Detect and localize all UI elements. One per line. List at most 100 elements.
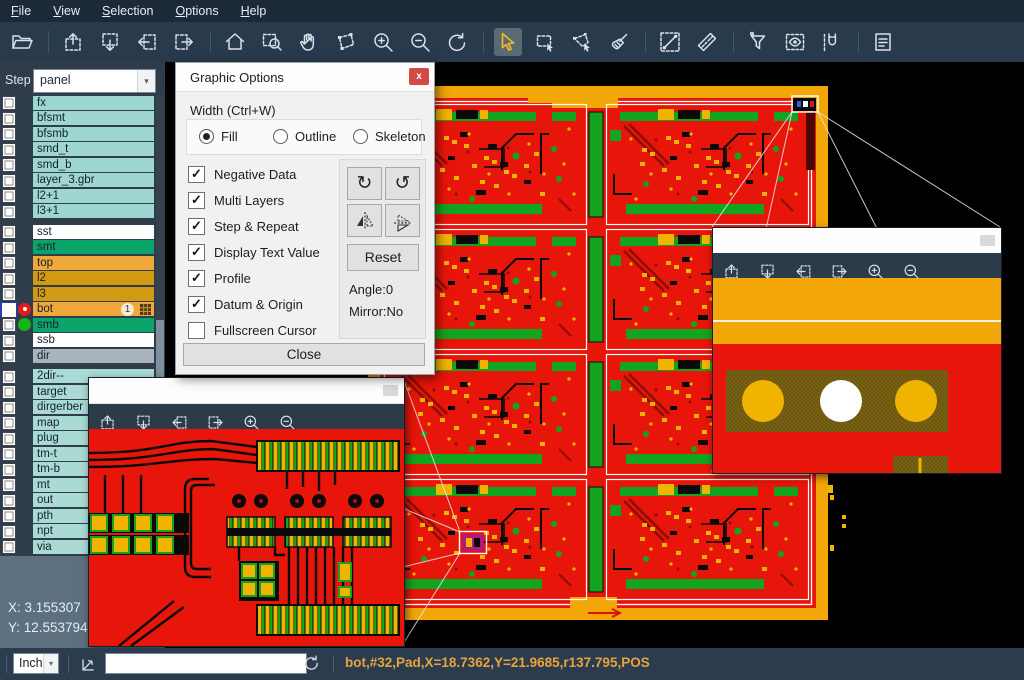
checkbox-negative-data[interactable]: ✓Negative Data xyxy=(188,161,296,187)
layer-checkbox[interactable] xyxy=(2,189,16,203)
layer-checkbox[interactable] xyxy=(2,509,16,523)
magnifier-view-pads[interactable] xyxy=(713,278,1001,473)
rotate-ccw-button[interactable]: ↺ xyxy=(385,167,420,200)
layer-name[interactable]: smd_t xyxy=(33,142,154,156)
layer-row-l3+1[interactable]: l3+1 xyxy=(0,204,165,220)
checkbox-display-text-value[interactable]: ✓Display Text Value xyxy=(188,239,320,265)
menu-file[interactable]: File xyxy=(0,2,42,20)
frame-up-icon[interactable] xyxy=(59,28,87,56)
menu-options[interactable]: Options xyxy=(164,2,229,20)
mirror-horizontal-button[interactable] xyxy=(385,204,420,237)
measure-distance-icon[interactable] xyxy=(656,28,684,56)
zoom-polygon-icon[interactable] xyxy=(332,28,360,56)
layer-checkbox[interactable] xyxy=(2,370,16,384)
filter-icon[interactable] xyxy=(744,28,772,56)
dialog-title-bar[interactable]: Graphic Options x xyxy=(176,63,434,92)
layer-checkbox[interactable] xyxy=(2,127,16,141)
layer-checkbox[interactable] xyxy=(2,112,16,126)
layer-name[interactable]: smb xyxy=(33,318,154,332)
popup-title-bar[interactable] xyxy=(89,378,404,404)
menu-selection[interactable]: Selection xyxy=(91,2,164,20)
layer-table-icon[interactable] xyxy=(869,28,897,56)
layer-checkbox[interactable] xyxy=(2,225,16,239)
layer-name[interactable]: fx xyxy=(33,96,154,110)
layer-row-bfsmt[interactable]: bfsmt xyxy=(0,111,165,127)
radio-outline[interactable]: Outline xyxy=(273,129,336,144)
layer-checkbox[interactable] xyxy=(2,478,16,492)
select-cursor-icon[interactable] xyxy=(494,28,522,56)
layer-checkbox[interactable] xyxy=(2,401,16,415)
layer-row-l2[interactable]: l2 xyxy=(0,271,165,287)
close-icon[interactable]: x xyxy=(409,68,429,85)
layer-row-l3[interactable]: l3 xyxy=(0,286,165,302)
layer-checkbox[interactable] xyxy=(2,205,16,219)
selection-box-bottom-left[interactable] xyxy=(460,532,487,554)
layer-row-bot[interactable]: bot1 xyxy=(0,302,165,318)
layer-name[interactable]: l2+1 xyxy=(33,189,154,203)
magnifier-view-detail[interactable] xyxy=(89,429,404,646)
layer-row-bfsmb[interactable]: bfsmb xyxy=(0,126,165,142)
layer-name[interactable]: l2 xyxy=(33,271,154,285)
layer-row-sst[interactable]: sst xyxy=(0,224,165,240)
layer-row-smd_b[interactable]: smd_b xyxy=(0,157,165,173)
layer-name[interactable]: smd_b xyxy=(33,158,154,172)
home-icon[interactable] xyxy=(221,28,249,56)
layer-checkbox[interactable] xyxy=(2,318,16,332)
frame-down-icon[interactable] xyxy=(96,28,124,56)
layer-checkbox[interactable] xyxy=(2,385,16,399)
zoom-window-icon[interactable] xyxy=(258,28,286,56)
popup-title-bar[interactable] xyxy=(713,228,1001,254)
unit-select[interactable]: Inch ▾ xyxy=(13,653,59,674)
frame-left-icon[interactable] xyxy=(133,28,161,56)
layer-checkbox[interactable] xyxy=(2,174,16,188)
zoom-out-icon[interactable] xyxy=(406,28,434,56)
layer-row-smt[interactable]: smt xyxy=(0,240,165,256)
layer-checkbox[interactable] xyxy=(2,416,16,430)
measure-ruler-icon[interactable] xyxy=(693,28,721,56)
checkbox-step-repeat[interactable]: ✓Step & Repeat xyxy=(188,213,299,239)
open-folder-icon[interactable] xyxy=(8,28,36,56)
layer-checkbox[interactable] xyxy=(2,143,16,157)
layer-row-fx[interactable]: fx xyxy=(0,95,165,111)
mirror-vertical-button[interactable] xyxy=(347,204,382,237)
layer-checkbox[interactable] xyxy=(2,272,16,286)
layer-name[interactable]: bot1 xyxy=(33,302,154,316)
layer-name[interactable]: l3+1 xyxy=(33,204,154,218)
layer-checkbox[interactable] xyxy=(2,349,16,363)
frame-right-icon[interactable] xyxy=(170,28,198,56)
layer-row-layer_3.gbr[interactable]: layer_3.gbr xyxy=(0,173,165,189)
layer-checkbox[interactable] xyxy=(2,463,16,477)
corner-tool-icon[interactable] xyxy=(78,653,100,675)
layer-row-smd_t[interactable]: smd_t xyxy=(0,142,165,158)
select-rect-icon[interactable] xyxy=(531,28,559,56)
popup-minimize-button[interactable] xyxy=(383,385,398,396)
menu-help[interactable]: Help xyxy=(230,2,278,20)
checkbox-profile[interactable]: ✓Profile xyxy=(188,265,251,291)
layer-checkbox[interactable] xyxy=(2,287,16,301)
popup-minimize-button[interactable] xyxy=(980,235,995,246)
layer-checkbox[interactable] xyxy=(2,256,16,270)
layer-name[interactable]: sst xyxy=(33,225,154,239)
layer-name[interactable]: layer_3.gbr xyxy=(33,173,154,187)
layer-checkbox[interactable] xyxy=(2,540,16,554)
layer-name[interactable]: smt xyxy=(33,240,154,254)
refresh-icon[interactable] xyxy=(301,653,322,674)
zoom-previous-icon[interactable] xyxy=(443,28,471,56)
layer-name[interactable]: bfsmt xyxy=(33,111,154,125)
layer-checkbox[interactable] xyxy=(2,432,16,446)
layer-checkbox[interactable] xyxy=(2,525,16,539)
zoom-in-icon[interactable] xyxy=(369,28,397,56)
layer-checkbox[interactable] xyxy=(2,241,16,255)
layer-name[interactable]: dir xyxy=(33,349,154,363)
dialog-close-button[interactable]: Close xyxy=(183,343,425,366)
layer-row-l2+1[interactable]: l2+1 xyxy=(0,188,165,204)
layer-name[interactable]: bfsmb xyxy=(33,127,154,141)
layer-checkbox[interactable] xyxy=(2,158,16,172)
checkbox-fullscreen-cursor[interactable]: Fullscreen Cursor xyxy=(188,317,317,343)
rotate-cw-button[interactable]: ↻ xyxy=(347,167,382,200)
layer-checkbox[interactable] xyxy=(2,494,16,508)
layer-checkbox[interactable] xyxy=(2,96,16,110)
command-input[interactable] xyxy=(105,653,307,674)
pan-hand-icon[interactable] xyxy=(295,28,323,56)
checkbox-datum-origin[interactable]: ✓Datum & Origin xyxy=(188,291,303,317)
